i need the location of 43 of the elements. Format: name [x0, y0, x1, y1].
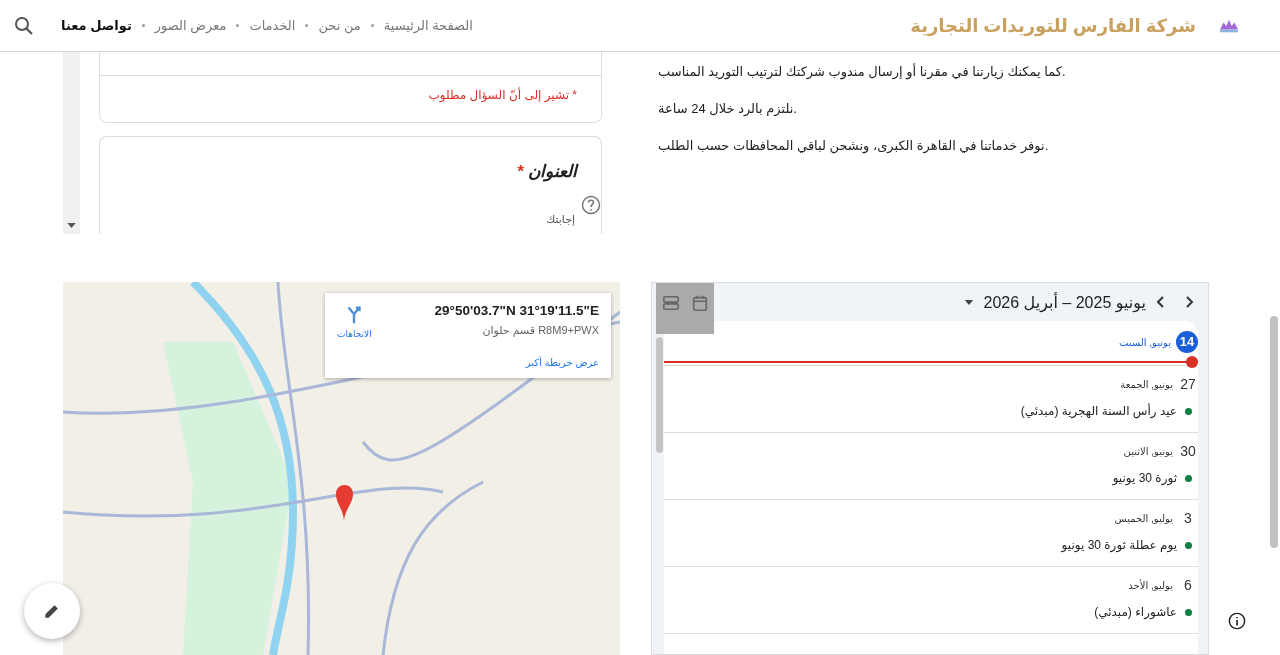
event-title[interactable]: عاشوراء (مبدئي) [1094, 605, 1177, 619]
previous-icon[interactable] [1156, 295, 1166, 309]
required-note: * تشير إلى أنّ السؤال مطلوب [427, 86, 578, 104]
view-switcher[interactable] [656, 283, 714, 334]
day-number: 27 [1179, 376, 1197, 392]
coordinates: 29°50'03.7"N 31°19'11.5"E [434, 303, 599, 318]
day-label: يونيو, الاثنين [1123, 445, 1173, 457]
answer-field[interactable]: إجابتك [373, 212, 577, 226]
scrollbar-thumb[interactable] [656, 337, 663, 453]
day-number: 14 [1176, 331, 1198, 353]
day-label: يوليو, الخميس [1114, 512, 1173, 524]
nav-link[interactable]: تواصل معنا [61, 18, 132, 33]
nav-link[interactable]: الصفحة الرئيسية [383, 18, 473, 33]
next-icon[interactable] [1184, 295, 1194, 309]
dropdown-icon[interactable] [963, 299, 974, 305]
day-number: 6 [1183, 577, 1193, 593]
site-title: شركة الفارس للتوريدات التجارية [910, 14, 1196, 37]
help-icon[interactable] [581, 195, 601, 215]
day-label: يوليو, الأحد [1128, 579, 1173, 591]
plus-code: R8M9+PWX قسم حلوان [481, 324, 599, 337]
info-paragraph: نلتزم بالرد خلال 24 ساعة. [658, 101, 798, 116]
day-number: 3 [1183, 510, 1193, 526]
event-title[interactable]: ثورة 30 يونيو [1112, 471, 1177, 485]
info-paragraph: كما يمكنك زيارتنا في مقرنا أو إرسال مندوب شركتك لترتيب التوريد المناسب. [658, 64, 1066, 79]
day-label: يونيو, الجمعة [1120, 378, 1173, 390]
nav-link[interactable]: معرض الصور [154, 18, 227, 33]
edit-button[interactable] [24, 583, 80, 639]
event-title[interactable]: عيد رأس السنة الهجرية (مبدئي) [1020, 404, 1177, 418]
page-scrollbar[interactable] [1270, 316, 1278, 548]
directions-link[interactable]: الاتجاهات [337, 303, 372, 339]
list-view-icon[interactable] [661, 294, 680, 312]
day-label: يونيو, السبت [1118, 336, 1171, 348]
event-title[interactable]: يوم عطلة ثورة 30 يونيو [1061, 538, 1177, 552]
question-title: العنوان * [515, 161, 577, 182]
date-range[interactable]: يونيو 2025 – أبريل 2026 [983, 292, 1146, 312]
calendar-icon[interactable] [690, 294, 709, 312]
day-number: 30 [1179, 443, 1197, 459]
scroll-down-icon[interactable] [67, 223, 76, 228]
larger-map-link[interactable]: عرض خريطة أكبر [337, 357, 599, 368]
info-paragraph: نوفر خدماتنا في القاهرة الكبرى، ونشحن لباقي المحافظات حسب الطلب. [658, 138, 1050, 153]
info-icon[interactable] [1228, 612, 1246, 630]
nav-link[interactable]: الخدمات [249, 18, 296, 33]
nav-link[interactable]: من نحن [318, 18, 361, 33]
